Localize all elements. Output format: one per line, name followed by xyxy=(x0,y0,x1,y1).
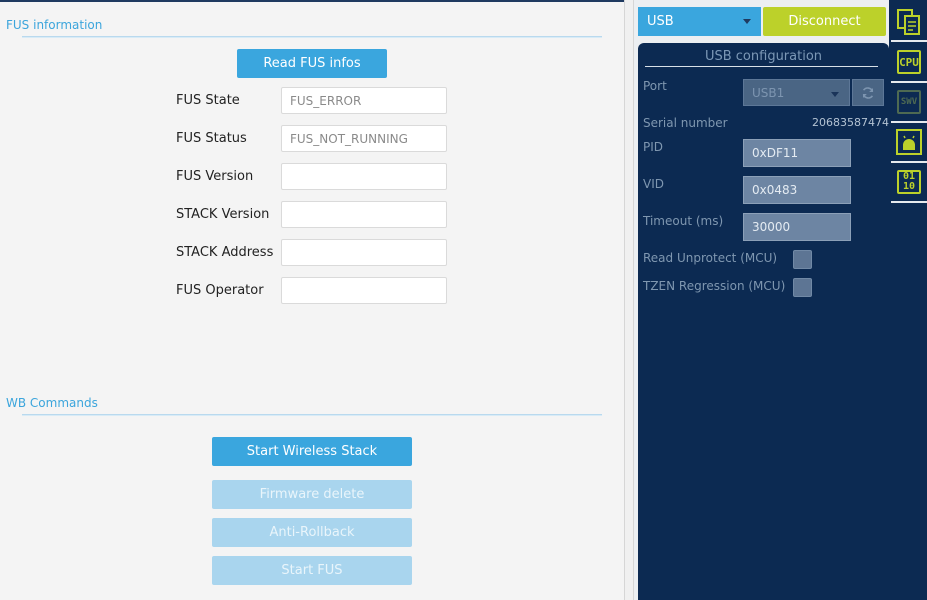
stack-version-label: STACK Version xyxy=(176,207,270,222)
android-button[interactable] xyxy=(891,124,927,160)
timeout-field[interactable]: 30000 xyxy=(743,213,851,241)
stack-version-field[interactable] xyxy=(281,201,447,228)
fus-state-field[interactable]: FUS_ERROR xyxy=(281,87,447,114)
fus-section-divider xyxy=(22,36,602,38)
android-icon xyxy=(896,129,922,155)
pid-field[interactable]: 0xDF11 xyxy=(743,139,851,167)
sidebar-divider xyxy=(891,81,927,83)
swv-icon: SWV xyxy=(897,90,921,114)
anti-rollback-button[interactable]: Anti-Rollback xyxy=(212,518,412,547)
stack-address-field[interactable] xyxy=(281,239,447,266)
interface-select-value: USB xyxy=(647,14,674,29)
sidebar-divider xyxy=(891,161,927,163)
vid-label: VID xyxy=(643,177,664,191)
binary-icon: 01 10 xyxy=(897,170,921,194)
fus-operator-label: FUS Operator xyxy=(176,283,264,298)
panel-splitter[interactable] xyxy=(624,0,634,600)
binary-button[interactable]: 01 10 xyxy=(891,164,927,200)
chevron-down-icon xyxy=(831,92,839,97)
top-border xyxy=(0,0,632,2)
fus-version-field[interactable] xyxy=(281,163,447,190)
interface-select[interactable]: USB xyxy=(638,7,761,36)
firmware-delete-button[interactable]: Firmware delete xyxy=(212,480,412,509)
fus-operator-field[interactable] xyxy=(281,277,447,304)
chevron-down-icon xyxy=(743,19,751,24)
start-wireless-stack-button[interactable]: Start Wireless Stack xyxy=(212,437,412,466)
cpu-icon: CPU xyxy=(897,50,921,74)
swv-button[interactable]: SWV xyxy=(891,84,927,120)
vid-field[interactable]: 0x0483 xyxy=(743,176,851,204)
usb-configuration-divider xyxy=(645,66,878,67)
tzen-regression-label: TZEN Regression (MCU) xyxy=(643,279,786,293)
stack-address-label: STACK Address xyxy=(176,245,274,260)
pid-label: PID xyxy=(643,140,664,154)
fus-status-field[interactable]: FUS_NOT_RUNNING xyxy=(281,125,447,152)
read-unprotect-label: Read Unprotect (MCU) xyxy=(643,251,778,265)
refresh-port-button[interactable] xyxy=(852,79,884,106)
read-fus-infos-button[interactable]: Read FUS infos xyxy=(237,49,387,78)
fus-status-label: FUS Status xyxy=(176,131,247,146)
serial-number-label: Serial number xyxy=(643,116,728,130)
sidebar-divider xyxy=(891,201,927,203)
memory-file-icon xyxy=(897,9,920,35)
fus-version-label: FUS Version xyxy=(176,169,254,184)
fus-section-title: FUS information xyxy=(6,18,103,32)
port-select-value: USB1 xyxy=(752,85,785,100)
disconnect-button[interactable]: Disconnect xyxy=(763,7,886,36)
wb-section-divider xyxy=(22,414,602,416)
sidebar-divider xyxy=(891,121,927,123)
fus-state-label: FUS State xyxy=(176,93,240,108)
serial-number-value: 206835874741 xyxy=(812,116,896,129)
refresh-icon xyxy=(862,86,874,99)
usb-configuration-title: USB configuration xyxy=(704,49,823,64)
start-fus-button[interactable]: Start FUS xyxy=(212,556,412,585)
timeout-label: Timeout (ms) xyxy=(643,214,724,228)
cpu-button[interactable]: CPU xyxy=(891,44,927,80)
wb-section-title: WB Commands xyxy=(6,396,98,410)
read-unprotect-checkbox[interactable] xyxy=(793,250,812,269)
port-select[interactable]: USB1 xyxy=(743,79,850,106)
sidebar-divider xyxy=(891,40,927,42)
tzen-regression-checkbox[interactable] xyxy=(793,278,812,297)
memory-file-button[interactable] xyxy=(891,4,927,40)
port-label: Port xyxy=(643,79,667,93)
